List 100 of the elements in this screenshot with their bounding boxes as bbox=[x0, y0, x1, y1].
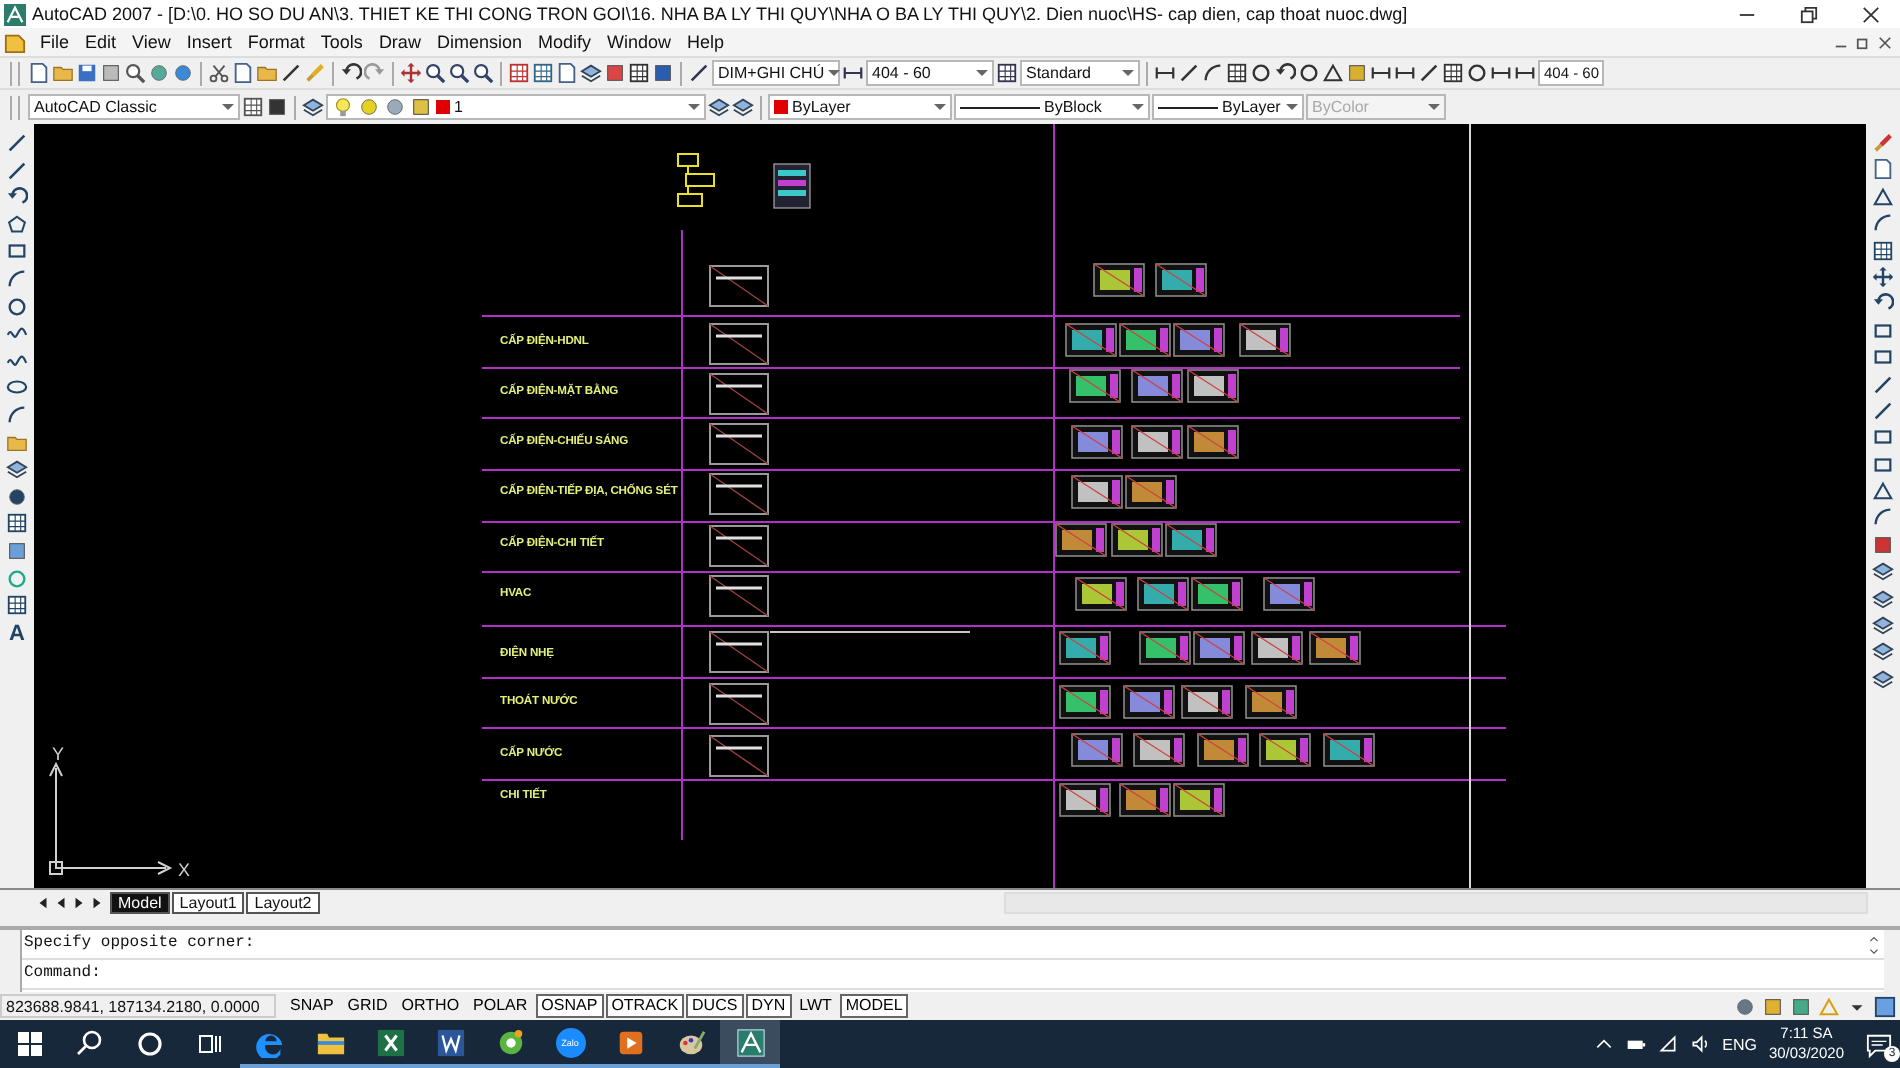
open-folder-icon[interactable] bbox=[52, 62, 74, 84]
table-style-dropdown[interactable]: Standard bbox=[1020, 60, 1140, 86]
menu-item[interactable]: Window bbox=[599, 32, 680, 52]
table-icon[interactable] bbox=[6, 594, 28, 617]
zoom-previous-icon[interactable] bbox=[472, 62, 494, 84]
radius-icon[interactable] bbox=[1250, 62, 1272, 84]
status-toggle[interactable]: POLAR bbox=[467, 994, 534, 1018]
offset-icon[interactable] bbox=[1872, 212, 1894, 235]
menu-item[interactable]: Draw bbox=[370, 32, 429, 52]
menu-item[interactable]: Help bbox=[679, 32, 733, 52]
status-toggle[interactable]: GRID bbox=[341, 994, 394, 1018]
plot-preview-icon[interactable] bbox=[124, 62, 146, 84]
dimension-style-dropdown[interactable]: 404 - 60 bbox=[866, 60, 994, 86]
diameter-icon[interactable] bbox=[1298, 62, 1320, 84]
status-toggle[interactable]: MODEL bbox=[839, 994, 909, 1018]
center-mark-icon[interactable] bbox=[1466, 62, 1488, 84]
make-layer-current-icon[interactable] bbox=[708, 96, 730, 118]
design-center-icon[interactable] bbox=[532, 62, 554, 84]
menu-item[interactable]: Tools bbox=[312, 32, 371, 52]
layout-tab[interactable]: Layout2 bbox=[246, 892, 320, 914]
insert-block-icon[interactable] bbox=[6, 431, 28, 454]
save-icon[interactable] bbox=[76, 62, 98, 84]
dimension-text-edit-icon[interactable] bbox=[1514, 62, 1536, 84]
arc-length-icon[interactable] bbox=[1202, 62, 1224, 84]
extend-icon[interactable] bbox=[1872, 399, 1894, 422]
layer-properties-icon[interactable] bbox=[302, 96, 324, 118]
new-file-icon[interactable] bbox=[28, 62, 50, 84]
status-toggle[interactable]: SNAP bbox=[284, 994, 340, 1018]
workspace-dropdown[interactable]: AutoCAD Classic bbox=[28, 94, 240, 120]
status-toggle[interactable]: DYN bbox=[745, 994, 792, 1018]
move-icon[interactable] bbox=[1872, 265, 1894, 288]
text-style-icon[interactable] bbox=[688, 62, 710, 84]
dimension-style-icon[interactable] bbox=[842, 62, 864, 84]
cut-icon[interactable] bbox=[208, 62, 230, 84]
continue-icon[interactable] bbox=[1394, 62, 1416, 84]
mirror-icon[interactable] bbox=[1872, 185, 1894, 208]
line-icon[interactable] bbox=[6, 132, 28, 154]
fillet-icon[interactable] bbox=[1872, 506, 1894, 529]
status-toggle[interactable]: LWT bbox=[793, 994, 838, 1018]
close-icon[interactable] bbox=[1878, 35, 1892, 49]
undo-icon[interactable] bbox=[340, 62, 362, 84]
hatch-icon[interactable] bbox=[6, 512, 28, 535]
zoom-realtime-icon[interactable] bbox=[424, 62, 446, 84]
menu-item[interactable]: Modify bbox=[529, 32, 599, 52]
baseline-icon[interactable] bbox=[1370, 62, 1392, 84]
color-dropdown[interactable]: ByLayer bbox=[768, 94, 952, 120]
status-toggle[interactable]: DUCS bbox=[686, 994, 744, 1018]
dimension-edit-icon[interactable] bbox=[1490, 62, 1512, 84]
sheet-set-icon[interactable] bbox=[580, 62, 602, 84]
leader-icon[interactable] bbox=[1418, 62, 1440, 84]
horizontal-scrollbar[interactable] bbox=[1004, 892, 1868, 914]
text-style-dropdown[interactable]: DIM+GHI CHÚ bbox=[712, 60, 840, 86]
aligned-dimension-icon[interactable] bbox=[1178, 62, 1200, 84]
copy-icon[interactable] bbox=[232, 62, 254, 84]
erase-icon[interactable] bbox=[1872, 132, 1894, 154]
chamfer-icon[interactable] bbox=[1872, 480, 1894, 503]
pencil-icon[interactable] bbox=[280, 62, 302, 84]
ellipse-icon[interactable] bbox=[6, 376, 28, 399]
zoom-window-icon[interactable] bbox=[448, 62, 470, 84]
layer-previous-icon[interactable] bbox=[732, 96, 754, 118]
layout-tab[interactable]: Model bbox=[110, 892, 170, 914]
layout-tab[interactable]: Layout1 bbox=[171, 892, 245, 914]
layer-dropdown[interactable]: 1 bbox=[326, 94, 706, 120]
command-window[interactable]: Specify opposite corner: Command: bbox=[20, 930, 1884, 992]
menu-item[interactable]: Dimension bbox=[428, 32, 530, 52]
angular-icon[interactable] bbox=[1322, 62, 1344, 84]
draw-order-icon[interactable] bbox=[1872, 560, 1894, 583]
menu-item[interactable]: File bbox=[32, 32, 78, 52]
wifi-icon[interactable] bbox=[1658, 1034, 1679, 1054]
taskbar-app[interactable] bbox=[720, 1020, 780, 1068]
status-toggle[interactable]: OSNAP bbox=[535, 994, 604, 1018]
circle-icon[interactable] bbox=[6, 295, 28, 318]
arc-icon[interactable] bbox=[6, 267, 28, 290]
trim-icon[interactable] bbox=[1872, 373, 1894, 396]
menu-item[interactable]: Edit bbox=[77, 32, 125, 52]
speaker-icon[interactable] bbox=[1690, 1034, 1711, 1054]
table-style-icon[interactable] bbox=[996, 62, 1018, 84]
notification-icon[interactable] bbox=[1865, 1031, 1891, 1057]
restore-icon[interactable] bbox=[1856, 35, 1870, 49]
close-icon[interactable] bbox=[1862, 5, 1880, 23]
make-block-icon[interactable] bbox=[6, 458, 28, 481]
menu-item[interactable]: View bbox=[124, 32, 179, 52]
menu-item[interactable]: Insert bbox=[178, 32, 240, 52]
polygon-icon[interactable] bbox=[6, 213, 28, 236]
properties-icon[interactable] bbox=[508, 62, 530, 84]
scroll-arrows-icon[interactable] bbox=[1868, 934, 1880, 958]
calculator-icon[interactable] bbox=[628, 62, 650, 84]
tolerance-icon[interactable] bbox=[1442, 62, 1464, 84]
menu-item[interactable]: Format bbox=[239, 32, 313, 52]
construction-line-icon[interactable] bbox=[6, 159, 28, 182]
status-toggle[interactable]: ORTHO bbox=[395, 994, 466, 1018]
array-icon[interactable] bbox=[1872, 239, 1894, 262]
rotate-icon[interactable] bbox=[1872, 292, 1894, 315]
lineweight-dropdown[interactable]: ByLayer bbox=[1152, 94, 1304, 120]
ellipse-arc-icon[interactable] bbox=[6, 403, 28, 426]
ordinate-icon[interactable] bbox=[1226, 62, 1248, 84]
language-indicator[interactable]: ENG bbox=[1722, 1035, 1757, 1053]
linear-dimension-icon[interactable] bbox=[1154, 62, 1176, 84]
rectangle-icon[interactable] bbox=[6, 240, 28, 263]
multiline-text-tool[interactable]: A bbox=[9, 621, 25, 646]
